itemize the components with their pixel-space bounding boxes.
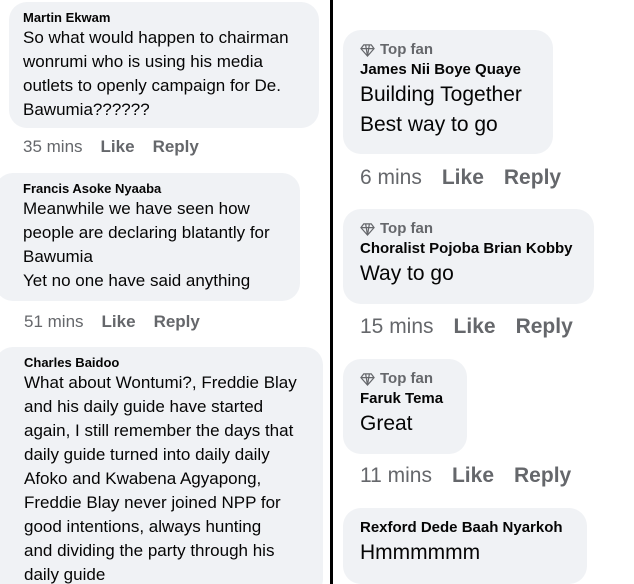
badge-label: Top fan bbox=[380, 41, 434, 58]
comment-bubble: Charles Baidoo What about Wontumi?, Fred… bbox=[0, 347, 323, 584]
like-button[interactable]: Like bbox=[442, 166, 484, 190]
comment-actions: 51 mins Like Reply bbox=[24, 312, 200, 332]
comment-text: What about Wontumi?, Freddie Blay and hi… bbox=[24, 373, 297, 584]
comment-timestamp[interactable]: 6 mins bbox=[360, 166, 422, 190]
badge-label: Top fan bbox=[380, 220, 434, 237]
comment-text: Great bbox=[360, 412, 413, 435]
diamond-icon bbox=[360, 222, 375, 236]
comment-text: Hmmmmmm bbox=[360, 541, 481, 564]
comment-author[interactable]: Charles Baidoo bbox=[24, 355, 309, 371]
like-button[interactable]: Like bbox=[452, 464, 494, 488]
comment-author[interactable]: Faruk Tema bbox=[360, 389, 450, 409]
comment-bubble: Top fan James Nii Boye Quaye Building To… bbox=[343, 30, 553, 154]
comment-text: Meanwhile we have seen how people are de… bbox=[23, 199, 270, 290]
comment-actions: 6 mins Like Reply bbox=[360, 166, 561, 190]
like-button[interactable]: Like bbox=[101, 137, 135, 157]
comment-text: Way to go bbox=[360, 262, 454, 285]
comment-timestamp[interactable]: 51 mins bbox=[24, 312, 84, 332]
top-fan-badge: Top fan bbox=[360, 369, 450, 389]
comment-bubble: Top fan Faruk Tema Great bbox=[343, 359, 467, 454]
reply-button[interactable]: Reply bbox=[504, 166, 561, 190]
comment-actions: 11 mins Like Reply bbox=[360, 464, 571, 488]
comment-actions: 35 mins Like Reply bbox=[23, 137, 199, 157]
like-button[interactable]: Like bbox=[454, 315, 496, 339]
top-fan-badge: Top fan bbox=[360, 219, 577, 239]
comment-author[interactable]: Rexford Dede Baah Nyarkoh bbox=[360, 518, 570, 538]
comment-author[interactable]: Martin Ekwam bbox=[23, 10, 305, 26]
reply-button[interactable]: Reply bbox=[516, 315, 573, 339]
badge-label: Top fan bbox=[380, 370, 434, 387]
comment-timestamp[interactable]: 11 mins bbox=[360, 464, 432, 488]
comment-author[interactable]: James Nii Boye Quaye bbox=[360, 60, 536, 80]
top-fan-badge: Top fan bbox=[360, 40, 536, 60]
like-button[interactable]: Like bbox=[102, 312, 136, 332]
comment-author[interactable]: Choralist Pojoba Brian Kobby bbox=[360, 239, 577, 259]
comment-actions: 15 mins Like Reply bbox=[360, 315, 573, 339]
right-comment-panel: Top fan James Nii Boye Quaye Building To… bbox=[333, 0, 634, 584]
comment-bubble: Francis Asoke Nyaaba Meanwhile we have s… bbox=[0, 173, 300, 301]
comment-text: So what would happen to chairman wonrumi… bbox=[23, 28, 289, 119]
reply-button[interactable]: Reply bbox=[514, 464, 571, 488]
diamond-icon bbox=[360, 43, 375, 57]
reply-button[interactable]: Reply bbox=[153, 137, 199, 157]
comment-bubble: Rexford Dede Baah Nyarkoh Hmmmmmm bbox=[343, 508, 587, 584]
reply-button[interactable]: Reply bbox=[154, 312, 200, 332]
comment-timestamp[interactable]: 35 mins bbox=[23, 137, 83, 157]
comment-timestamp[interactable]: 15 mins bbox=[360, 315, 434, 339]
comment-text: Building Together Best way to go bbox=[360, 83, 522, 136]
comment-bubble: Top fan Choralist Pojoba Brian Kobby Way… bbox=[343, 209, 594, 304]
left-comment-panel: Martin Ekwam So what would happen to cha… bbox=[0, 0, 330, 584]
comment-author[interactable]: Francis Asoke Nyaaba bbox=[23, 181, 286, 197]
diamond-icon bbox=[360, 372, 375, 386]
comment-bubble: Martin Ekwam So what would happen to cha… bbox=[9, 2, 319, 128]
